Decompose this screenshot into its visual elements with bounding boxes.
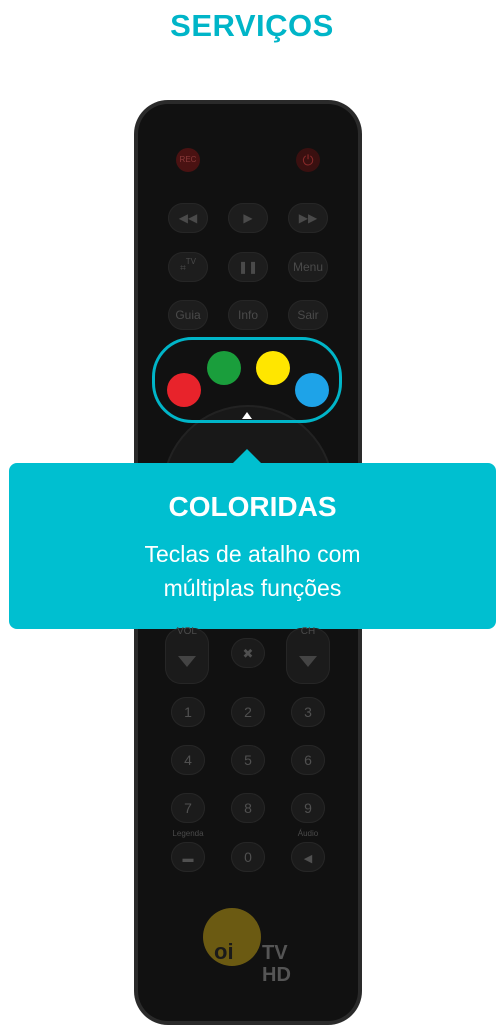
callout-description: Teclas de atalho com múltiplas funções bbox=[9, 537, 496, 605]
rewind-button[interactable]: ◀◀ bbox=[168, 203, 208, 233]
power-button[interactable]: ⏻ bbox=[296, 148, 320, 172]
legenda-label: Legenda bbox=[172, 829, 204, 838]
vol-label: VOL bbox=[176, 626, 197, 637]
number-7-button[interactable]: 7 bbox=[171, 793, 205, 823]
oi-logo: oi bbox=[214, 939, 234, 964]
legenda-button[interactable]: ▬ bbox=[171, 842, 205, 872]
rec-button[interactable]: REC bbox=[176, 148, 200, 172]
green-button[interactable] bbox=[207, 351, 241, 385]
info-button[interactable]: Info bbox=[228, 300, 268, 330]
audio-label: Áudio bbox=[297, 829, 319, 838]
forward-button[interactable]: ▶▶ bbox=[288, 203, 328, 233]
number-4-button[interactable]: 4 bbox=[171, 745, 205, 775]
mute-button[interactable]: ✖ bbox=[231, 638, 265, 668]
ch-down-icon bbox=[299, 656, 317, 667]
number-1-button[interactable]: 1 bbox=[171, 697, 205, 727]
vol-down-icon bbox=[178, 656, 196, 667]
tv-label: TV bbox=[185, 257, 196, 266]
power-icon: ⏻ bbox=[302, 152, 314, 168]
audio-button[interactable]: ◀ bbox=[291, 842, 325, 872]
number-3-button[interactable]: 3 bbox=[291, 697, 325, 727]
number-8-button[interactable]: 8 bbox=[231, 793, 265, 823]
sair-button[interactable]: Sair bbox=[288, 300, 328, 330]
number-5-button[interactable]: 5 bbox=[231, 745, 265, 775]
yellow-button[interactable] bbox=[256, 351, 290, 385]
number-2-button[interactable]: 2 bbox=[231, 697, 265, 727]
menu-button[interactable]: Menu bbox=[288, 252, 328, 282]
tv-button[interactable]: ⌗TV bbox=[168, 252, 208, 282]
ch-label: CH bbox=[300, 626, 316, 637]
speaker-icon: ◀ bbox=[303, 853, 313, 865]
subtitle-icon: ▬ bbox=[182, 853, 194, 865]
callout-line-2: múltiplas funções bbox=[163, 575, 342, 601]
mute-icon: ✖ bbox=[242, 646, 254, 661]
blue-button[interactable] bbox=[295, 373, 329, 407]
logo-tv-text: TV bbox=[262, 942, 288, 964]
tv-hd-logo: TV HD bbox=[262, 942, 291, 986]
callout-box: COLORIDAS Teclas de atalho com múltiplas… bbox=[9, 463, 496, 629]
red-button[interactable] bbox=[167, 373, 201, 407]
number-9-button[interactable]: 9 bbox=[291, 793, 325, 823]
play-button[interactable]: ▶ bbox=[228, 203, 268, 233]
guia-button[interactable]: Guia bbox=[168, 300, 208, 330]
logo-hd-text: HD bbox=[262, 964, 291, 986]
number-6-button[interactable]: 6 bbox=[291, 745, 325, 775]
callout-line-1: Teclas de atalho com bbox=[144, 541, 361, 567]
callout-title: COLORIDAS bbox=[168, 491, 337, 522]
number-0-button[interactable]: 0 bbox=[231, 842, 265, 872]
page-title: SERVIÇOS bbox=[170, 8, 334, 43]
pause-button[interactable]: ❚❚ bbox=[228, 252, 268, 282]
